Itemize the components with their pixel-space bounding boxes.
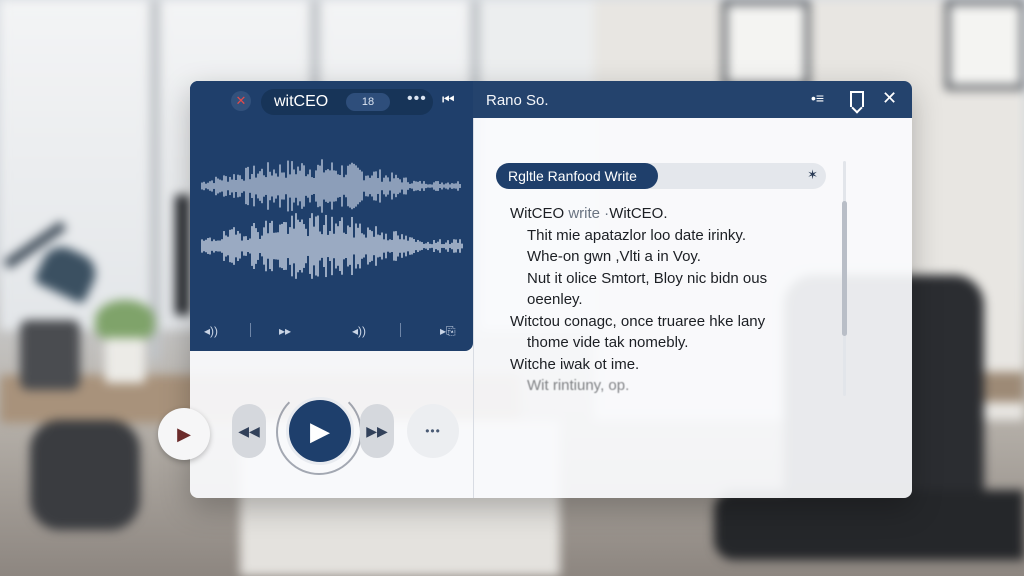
menu-icon[interactable]: •≡ bbox=[811, 90, 824, 106]
transcript-line: Whe-on gwn ,Vlti a in Voy. bbox=[527, 248, 701, 265]
wall-picture bbox=[722, 0, 810, 88]
document-title: Rano So. bbox=[486, 92, 549, 109]
transcript-line: WitCEO write ·WitCEO. bbox=[510, 205, 668, 222]
speaker-name: WitCEO bbox=[510, 205, 569, 222]
transcript-line: oeenley. bbox=[527, 291, 583, 308]
panel-divider bbox=[473, 118, 474, 498]
close-window-icon[interactable]: ✕ bbox=[882, 88, 897, 109]
app-window: ✕ witCEO 18 ••• ⏮ ◂)) ▸▸ ◂)) ▸⎘ Rano So.… bbox=[190, 81, 912, 498]
bookmark-icon[interactable] bbox=[850, 91, 864, 107]
transcript-tab[interactable]: Rgltle Ranfood Write bbox=[496, 163, 658, 189]
chair bbox=[20, 320, 80, 390]
plant-pot bbox=[105, 338, 145, 383]
tab-badge: 18 bbox=[346, 93, 390, 111]
mini-play-button[interactable]: ▶ bbox=[158, 408, 210, 460]
rewind-button[interactable]: ◀◀ bbox=[232, 404, 266, 458]
scrollbar-thumb[interactable] bbox=[842, 201, 847, 336]
chair bbox=[30, 420, 140, 530]
transcript-line: thome vide tak nomebly. bbox=[527, 334, 689, 351]
divider bbox=[250, 323, 251, 337]
play-button[interactable]: ▶ bbox=[286, 397, 354, 465]
transcript-line: Witche iwak ot ime. bbox=[510, 356, 640, 373]
transcript-line: Thit mie apatazlor loo date irinky. bbox=[527, 227, 746, 244]
pin-icon[interactable]: ✶ bbox=[807, 167, 818, 183]
app-tab[interactable]: witCEO 18 ••• bbox=[261, 89, 433, 115]
close-tab-icon[interactable]: ✕ bbox=[231, 91, 251, 111]
transcript-line: Nut it olice Smtort, Bloy nic bidn ous bbox=[527, 270, 768, 287]
volume-icon[interactable]: ◂)) bbox=[352, 324, 366, 338]
transcript-tab-bar[interactable]: Rgltle Ranfood Write ✶ bbox=[496, 163, 826, 189]
transcript-line: Wit rintiuny, op. bbox=[527, 377, 630, 394]
audio-panel: ✕ witCEO 18 ••• ⏮ ◂)) ▸▸ ◂)) ▸⎘ bbox=[190, 81, 473, 351]
window-frame bbox=[150, 0, 160, 360]
speaker-meta: write · bbox=[568, 205, 610, 222]
office-chair-seat bbox=[714, 490, 1024, 560]
monitor bbox=[175, 195, 190, 315]
transcript-line: Witctou conagc, once truaree hke lany bbox=[510, 313, 766, 330]
fast-forward-icon[interactable]: ▸▸ bbox=[279, 324, 291, 338]
more-icon[interactable]: ••• bbox=[407, 90, 427, 108]
plant bbox=[95, 300, 155, 340]
skip-back-icon[interactable]: ⏮ bbox=[442, 91, 455, 108]
volume-icon[interactable]: ◂)) bbox=[204, 324, 218, 338]
divider bbox=[400, 323, 401, 337]
audio-waveform[interactable] bbox=[190, 136, 473, 296]
more-options-button[interactable]: ••• bbox=[407, 404, 459, 458]
app-name: witCEO bbox=[274, 93, 329, 110]
fast-forward-button[interactable]: ▶▶ bbox=[360, 404, 394, 458]
wall-picture bbox=[945, 0, 1024, 90]
export-icon[interactable]: ▸⎘ bbox=[440, 324, 456, 339]
speaker-text: WitCEO. bbox=[609, 205, 668, 222]
